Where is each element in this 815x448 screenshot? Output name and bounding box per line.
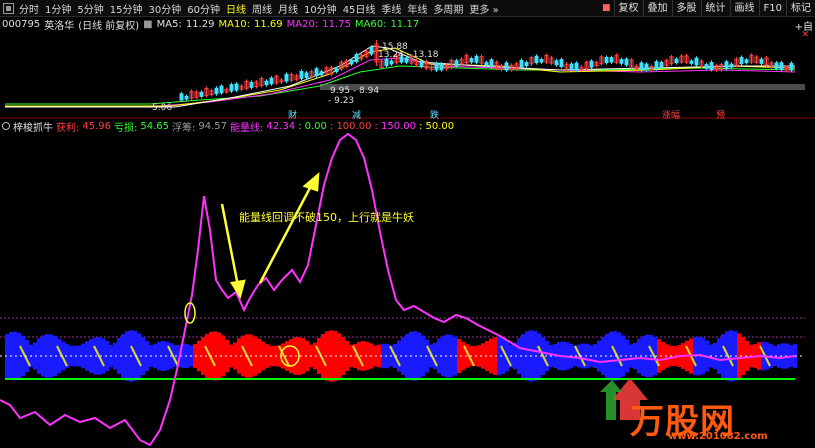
candle-body — [689, 60, 694, 64]
candle-body — [524, 61, 529, 66]
candle-body — [234, 83, 239, 91]
candle-body — [349, 59, 354, 65]
profit-value: 45.96 — [82, 120, 112, 132]
candlesticks — [179, 40, 794, 102]
candle-body — [439, 63, 444, 71]
candle-body — [644, 63, 649, 71]
candle-body — [774, 62, 779, 69]
arrow-down-line — [220, 203, 240, 287]
candle-body — [384, 58, 389, 67]
candle-body — [319, 71, 324, 76]
candle-body — [534, 55, 539, 64]
candle-body — [419, 60, 424, 67]
candle-body — [454, 60, 459, 67]
candle-body — [574, 62, 579, 71]
candle-body — [504, 62, 509, 71]
loss-label: 亏损: — [114, 122, 138, 134]
candle-body — [779, 62, 784, 71]
loss-value: 54.65 — [140, 120, 170, 132]
level-150: : 150.00 — [374, 120, 416, 132]
candle-body — [369, 46, 374, 55]
indicator-title-line: 梓梭抓牛 获利: 45.96 亏损: 54.65 浮筹: 94.57 能量线: … — [2, 119, 457, 134]
candle-body — [539, 58, 544, 63]
candle-body — [554, 60, 559, 66]
candle-body — [214, 87, 219, 95]
indicator-toggle-icon[interactable] — [2, 122, 10, 130]
candle-body — [434, 63, 439, 71]
candle-body — [474, 55, 479, 63]
candle-body — [484, 62, 489, 66]
price-high2-label: 13.24 - 13.18 — [378, 50, 439, 60]
candle-body — [559, 59, 564, 68]
candle-body — [694, 57, 699, 66]
candle-body — [569, 63, 574, 70]
candle-body — [269, 77, 274, 85]
indicator-name[interactable]: 梓梭抓牛 — [13, 119, 53, 134]
candle-body — [789, 62, 794, 71]
candle-body — [489, 59, 494, 67]
candle-body — [739, 56, 744, 65]
candle-body — [519, 59, 524, 68]
profit-label: 获利: — [56, 122, 80, 134]
candle-body — [674, 58, 679, 64]
price-low-label: 5.06 — [152, 103, 173, 113]
level-0: : 0.00 — [298, 120, 327, 132]
candle-body — [229, 84, 234, 92]
energy-label: 能量线: — [230, 122, 264, 134]
candle-body — [654, 61, 659, 70]
candle-body — [299, 70, 304, 79]
candle-body — [744, 59, 749, 63]
candle-body — [184, 95, 189, 100]
candle-body — [304, 72, 309, 78]
candle-body — [709, 62, 714, 71]
candle-body — [639, 62, 644, 70]
brand-url: www.201082.com — [668, 431, 768, 442]
float-label: 浮筹: — [172, 122, 196, 134]
candle-body — [609, 57, 614, 63]
level-50: : 50.00 — [418, 120, 455, 132]
candle-body — [469, 58, 474, 63]
candle-body — [729, 63, 734, 68]
candle-body — [354, 54, 359, 62]
candle-body — [264, 80, 269, 86]
level-100: : 100.00 — [329, 120, 372, 132]
energy-value: 42.34 — [266, 120, 296, 132]
candle-body — [389, 60, 394, 65]
candle-body — [604, 57, 609, 64]
event-mark-5[interactable]: 预 — [716, 108, 725, 121]
candle-body — [179, 93, 184, 101]
candle-body — [624, 58, 629, 66]
candle-body — [704, 64, 709, 69]
candle-body — [589, 60, 594, 68]
candle-body — [724, 61, 729, 70]
price-mid3-label: - 9.23 — [328, 96, 355, 106]
ma20-line — [5, 57, 796, 107]
event-mark-4[interactable]: 涨幅 — [662, 108, 680, 121]
candle-body — [284, 74, 289, 82]
candle-body — [334, 68, 339, 73]
arrow-up-head — [302, 172, 320, 192]
candle-body — [199, 91, 204, 97]
volume-band — [320, 84, 805, 90]
annotation-arrows — [220, 172, 320, 300]
candle-body — [219, 85, 224, 94]
float-value: 94.57 — [198, 120, 228, 132]
candle-body — [659, 61, 664, 68]
annotation-text: 能量线回调不破150，上行就是牛妖 — [239, 211, 414, 224]
arrow-up-line — [258, 183, 314, 284]
candle-body — [314, 68, 319, 77]
price-mid1-label: 9.95 - 8.94 — [330, 86, 380, 96]
candle-body — [249, 81, 254, 88]
candle-body — [619, 59, 624, 64]
candle-body — [759, 58, 764, 64]
